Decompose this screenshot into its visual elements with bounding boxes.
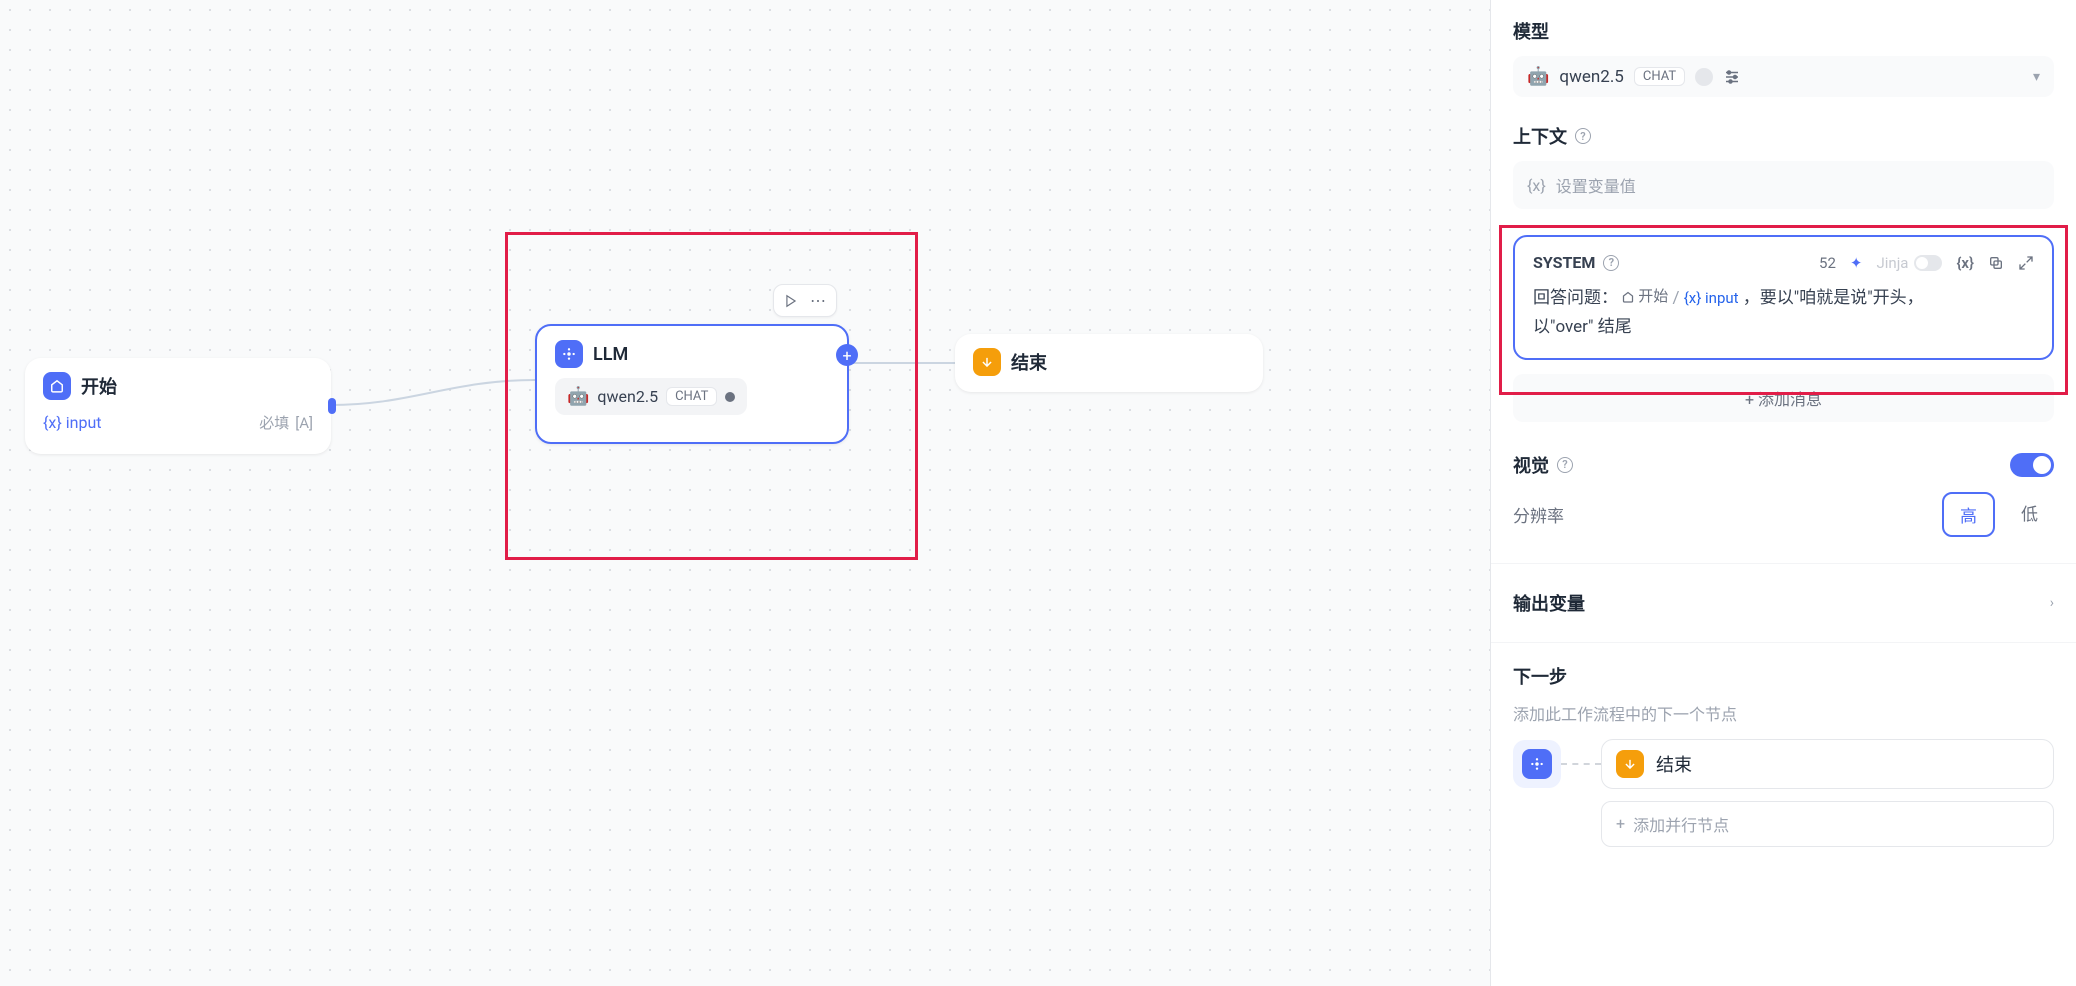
insert-variable-icon[interactable]: {x}	[1956, 254, 1974, 272]
resolution-label: 分辨率	[1513, 502, 1564, 527]
help-icon[interactable]: ?	[1557, 457, 1573, 473]
start-output-handle[interactable]	[328, 398, 336, 414]
token-count: 52	[1819, 254, 1836, 272]
system-prompt-body[interactable]: 回答问题： 开始 / {x} input ，要以"咱就是说"开头， 以"over…	[1533, 284, 2034, 342]
next-section-title: 下一步	[1513, 663, 2054, 689]
copy-icon[interactable]	[1988, 255, 2004, 271]
end-node[interactable]: 结束	[955, 334, 1263, 392]
resolution-high-button[interactable]: 高	[1942, 492, 1995, 537]
next-subtitle: 添加此工作流程中的下一个节点	[1513, 701, 2054, 725]
model-selector[interactable]: 🤖 qwen2.5 CHAT ▾	[1513, 56, 2054, 97]
expand-icon[interactable]	[2018, 255, 2034, 271]
help-icon[interactable]: ?	[1603, 255, 1619, 271]
llm-node[interactable]: ⋯ LLM 🤖 qwen2.5 CHAT +	[535, 324, 849, 444]
end-node-title: 结束	[1011, 349, 1047, 375]
start-node-title: 开始	[81, 373, 117, 399]
vision-section-title: 视觉	[1513, 452, 1549, 478]
start-node[interactable]: 开始 {x} input 必填[A]	[25, 358, 331, 454]
model-section-title: 模型	[1513, 18, 2054, 44]
context-section-title: 上下文	[1513, 123, 1567, 149]
workflow-canvas[interactable]: 开始 {x} input 必填[A] ⋯ LLM 🤖 qwen2.5 CHAT …	[0, 0, 1490, 986]
start-var-name: input	[66, 413, 102, 432]
vision-toggle[interactable]	[2010, 453, 2054, 477]
ref-var-chip: {x} input	[1684, 289, 1739, 307]
end-icon	[1616, 750, 1644, 778]
chevron-down-icon: ▾	[2033, 69, 2040, 85]
node-action-bar: ⋯	[773, 284, 837, 317]
visibility-icon[interactable]	[1695, 68, 1713, 86]
properties-sidebar: 模型 🤖 qwen2.5 CHAT ▾ 上下文? {x} 设置变量值 SYSTE…	[1490, 0, 2076, 986]
chevron-right-icon: ›	[2050, 595, 2054, 611]
status-dot-icon	[725, 392, 735, 402]
sparkle-icon[interactable]: ✦	[1850, 254, 1863, 272]
help-icon[interactable]: ?	[1575, 128, 1591, 144]
resolution-low-button[interactable]: 低	[2005, 492, 2054, 537]
end-icon	[973, 348, 1001, 376]
add-parallel-button[interactable]: +添加并行节点	[1601, 801, 2054, 847]
jinja-toggle[interactable]: Jinja	[1876, 254, 1942, 272]
next-current-node	[1513, 740, 1561, 788]
settings-sliders-icon[interactable]	[1723, 68, 1741, 86]
llm-model-chip: 🤖 qwen2.5 CHAT	[555, 378, 747, 415]
llm-node-title: LLM	[593, 344, 628, 365]
more-icon[interactable]: ⋯	[810, 291, 826, 310]
output-variables-row[interactable]: 输出变量 ›	[1513, 584, 2054, 622]
system-prompt-card[interactable]: SYSTEM? 52 ✦ Jinja {x} 回答问题： 开始 / {x} in…	[1513, 235, 2054, 360]
play-icon[interactable]	[784, 294, 798, 308]
home-icon	[43, 372, 71, 400]
ref-node-chip: 开始	[1622, 284, 1668, 310]
context-variable-input[interactable]: {x} 设置变量值	[1513, 161, 2054, 209]
add-connection-button[interactable]: +	[836, 344, 858, 366]
next-end-node[interactable]: 结束	[1601, 739, 2054, 789]
llm-icon	[555, 340, 583, 368]
robot-icon: 🤖	[567, 386, 589, 407]
robot-icon: 🤖	[1527, 66, 1549, 87]
